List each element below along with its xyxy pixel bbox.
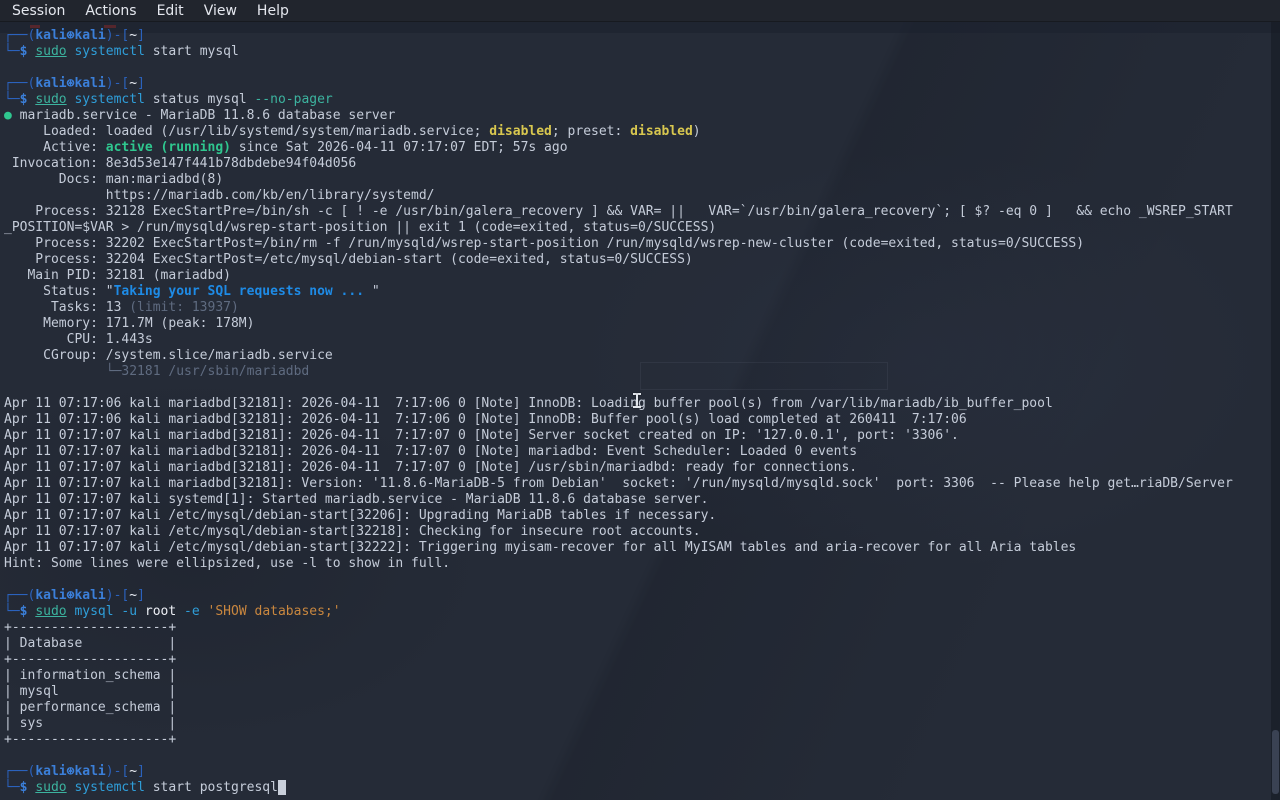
terminal-line: ┌──(kali⊛kali)-[~] bbox=[4, 764, 145, 779]
terminal-line: +--------------------+ bbox=[4, 732, 177, 747]
menu-actions[interactable]: Actions bbox=[75, 2, 146, 20]
terminal-line: +--------------------+ bbox=[4, 652, 177, 667]
terminal-line: └─$ sudo mysql -u root -e 'SHOW database… bbox=[4, 604, 341, 619]
terminal-line: ┌──(kali⊛kali)-[~] bbox=[4, 76, 145, 91]
terminal-line: Process: 32202 ExecStartPost=/bin/rm -f … bbox=[4, 236, 1085, 251]
scrollbar-track[interactable] bbox=[1271, 22, 1280, 800]
terminal-line: Apr 11 07:17:06 kali mariadbd[32181]: 20… bbox=[4, 412, 967, 427]
mouse-cursor-ibeam-icon bbox=[633, 393, 641, 408]
terminal-line: CGroup: /system.slice/mariadb.service bbox=[4, 348, 333, 363]
terminal-line: Apr 11 07:17:07 kali mariadbd[32181]: 20… bbox=[4, 428, 959, 443]
terminal-line: Hint: Some lines were ellipsized, use -l… bbox=[4, 556, 451, 571]
scrollbar-thumb[interactable] bbox=[1272, 730, 1279, 794]
terminal-line: Invocation: 8e3d53e147f441b78dbdebe94f04… bbox=[4, 156, 357, 171]
terminal-line: | performance_schema | bbox=[4, 700, 177, 715]
terminal-line: Tasks: 13 (limit: 13937) bbox=[4, 300, 239, 315]
terminal-line: ● mariadb.service - MariaDB 11.8.6 datab… bbox=[4, 108, 396, 123]
terminal-line: | sys | bbox=[4, 716, 177, 731]
terminal-line: Process: 32128 ExecStartPre=/bin/sh -c [… bbox=[4, 204, 1233, 219]
terminal-line: ┌──(kali⊛kali)-[~] bbox=[4, 588, 145, 603]
terminal-line: Apr 11 07:17:07 kali /etc/mysql/debian-s… bbox=[4, 524, 701, 539]
terminal-line: Status: "Taking your SQL requests now ..… bbox=[4, 284, 380, 299]
terminal-line: └─$ sudo systemctl start mysql bbox=[4, 44, 239, 59]
terminal-line: └─$ sudo systemctl status mysql --no-pag… bbox=[4, 92, 333, 107]
terminal-line: | information_schema | bbox=[4, 668, 177, 683]
terminal-line: | Database | bbox=[4, 636, 177, 651]
terminal-output[interactable]: ┌──(kali⊛kali)-[~] └─$ sudo systemctl sta… bbox=[0, 22, 1272, 800]
terminal-line: Docs: man:mariadbd(8) bbox=[4, 172, 224, 187]
terminal-line: Apr 11 07:17:07 kali mariadbd[32181]: 20… bbox=[4, 460, 858, 475]
terminal-line: | mysql | bbox=[4, 684, 177, 699]
terminal-line: └─$ sudo systemctl start postgresql bbox=[4, 780, 1272, 796]
menu-bar: Session Actions Edit View Help bbox=[0, 0, 1280, 22]
terminal-line: Apr 11 07:17:07 kali systemd[1]: Started… bbox=[4, 492, 709, 507]
terminal-line: Apr 11 07:17:07 kali mariadbd[32181]: Ve… bbox=[4, 476, 1233, 491]
terminal-line: Apr 11 07:17:07 kali /etc/mysql/debian-s… bbox=[4, 508, 717, 523]
menu-view[interactable]: View bbox=[194, 2, 247, 20]
terminal-line: https://mariadb.com/kb/en/library/system… bbox=[4, 188, 435, 203]
terminal-line: Main PID: 32181 (mariadbd) bbox=[4, 268, 231, 283]
terminal-line: Memory: 171.7M (peak: 178M) bbox=[4, 316, 255, 331]
menu-help[interactable]: Help bbox=[247, 2, 299, 20]
terminal-line: Loaded: loaded (/usr/lib/systemd/system/… bbox=[4, 124, 701, 139]
terminal-window: Session Actions Edit View Help ┌──(kali⊛… bbox=[0, 0, 1280, 800]
terminal-line: CPU: 1.443s bbox=[4, 332, 153, 347]
terminal-line: Process: 32204 ExecStartPost=/etc/mysql/… bbox=[4, 252, 693, 267]
terminal-line: Active: active (running) since Sat 2026-… bbox=[4, 140, 568, 155]
menu-edit[interactable]: Edit bbox=[147, 2, 194, 20]
terminal-line: Apr 11 07:17:07 kali /etc/mysql/debian-s… bbox=[4, 540, 1077, 555]
menu-session[interactable]: Session bbox=[2, 2, 75, 20]
terminal-line: _POSITION=$VAR > /run/mysqld/wsrep-start… bbox=[4, 220, 717, 235]
terminal-line: +--------------------+ bbox=[4, 620, 177, 635]
terminal-line: Apr 11 07:17:07 kali mariadbd[32181]: 20… bbox=[4, 444, 858, 459]
terminal-line: └─32181 /usr/sbin/mariadbd bbox=[4, 364, 310, 379]
terminal-line: ┌──(kali⊛kali)-[~] bbox=[4, 28, 145, 43]
